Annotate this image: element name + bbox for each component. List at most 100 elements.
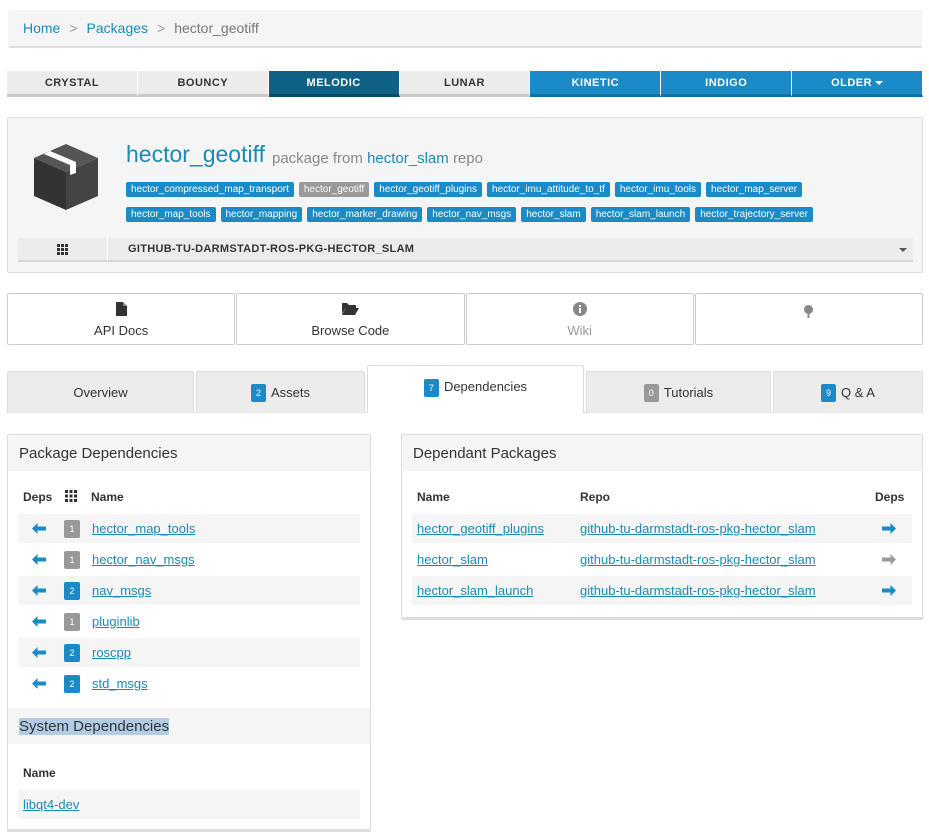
repo-select-bar[interactable]: GITHUB-TU-DARMSTADT-ROS-PKG-HECTOR_SLAM	[18, 237, 913, 262]
dependant-packages-panel: Dependant Packages Name Repo Deps hector…	[401, 434, 923, 620]
package-tag[interactable]: hector_map_tools	[126, 207, 216, 222]
api-docs-button[interactable]: API Docs	[7, 293, 236, 345]
tab-dependencies[interactable]: 7 Dependencies	[367, 365, 584, 413]
package-dependencies-title: Package Dependencies	[8, 435, 370, 471]
arrow-left-icon[interactable]	[32, 647, 46, 658]
package-dependencies-panel: Package Dependencies Deps Name 1 hector_…	[7, 434, 371, 832]
tab-assets-count: 2	[250, 383, 266, 402]
package-tag[interactable]: hector_compressed_map_transport	[126, 182, 294, 197]
breadcrumb-current: hector_geotiff	[174, 20, 259, 36]
col-header-name: Name	[91, 490, 124, 504]
breadcrumb-separator: >	[69, 20, 78, 36]
package-tag[interactable]: hector_imu_tools	[614, 182, 701, 197]
table-row: hector_slam_launch github-tu-darmstadt-r…	[412, 576, 912, 605]
arrow-left-icon[interactable]	[32, 523, 46, 534]
tab-tutorials[interactable]: 0 Tutorials	[586, 371, 771, 413]
breadcrumb: Home > Packages > hector_geotiff	[8, 10, 922, 48]
folder-open-icon	[341, 301, 359, 317]
arrow-left-icon[interactable]	[32, 554, 46, 565]
system-dependencies-header: System Dependencies	[8, 708, 370, 744]
package-tag[interactable]: hector_trajectory_server	[695, 207, 814, 222]
distro-tab-melodic[interactable]: MELODIC	[268, 71, 400, 97]
grid-icon	[65, 490, 77, 502]
browse-code-button[interactable]: Browse Code	[236, 293, 465, 345]
package-tag[interactable]: hector_map_server	[705, 182, 803, 197]
breadcrumb-home-link[interactable]: Home	[23, 20, 60, 36]
repo-select-value: GITHUB-TU-DARMSTADT-ROS-PKG-HECTOR_SLAM	[128, 243, 415, 255]
grid-icon	[57, 243, 68, 255]
package-tag[interactable]: hector_slam_launch	[590, 207, 691, 222]
dep-count-badge: 1	[64, 551, 80, 569]
dep-count-badge: 2	[64, 644, 80, 662]
info-circle-icon	[572, 301, 587, 317]
grid-icon-cell	[18, 237, 108, 261]
package-tag[interactable]: hector_geotiff_plugins	[374, 182, 482, 197]
distro-tab-indigo[interactable]: INDIGO	[661, 71, 793, 97]
dependant-package-link[interactable]: hector_slam_launch	[417, 583, 533, 598]
breadcrumb-packages-link[interactable]: Packages	[87, 20, 148, 36]
package-repo-link[interactable]: hector_slam	[367, 150, 449, 167]
table-row: hector_slam github-tu-darmstadt-ros-pkg-…	[412, 545, 912, 574]
dep-link[interactable]: hector_nav_msgs	[92, 552, 195, 567]
package-tag-current: hector_geotiff	[298, 182, 370, 197]
browse-code-label: Browse Code	[311, 322, 390, 338]
tab-dependencies-label: Dependencies	[443, 379, 528, 394]
tab-tutorials-label: Tutorials	[663, 385, 714, 400]
arrow-left-icon[interactable]	[32, 616, 46, 627]
distro-tab-older[interactable]: OLDER	[792, 71, 924, 97]
col-header-name: Name	[23, 766, 56, 780]
tab-assets-label: Assets	[270, 385, 310, 400]
dep-link[interactable]: roscpp	[92, 645, 131, 660]
package-repo-suffix: repo	[452, 150, 483, 167]
dependant-package-link[interactable]: hector_slam	[417, 552, 488, 567]
table-row: 1 hector_map_tools	[18, 514, 360, 543]
table-row: hector_geotiff_plugins github-tu-darmsta…	[412, 514, 912, 543]
dep-link[interactable]: std_msgs	[92, 676, 148, 691]
col-header-deps: Deps	[875, 490, 905, 504]
tab-overview[interactable]: Overview	[7, 371, 194, 413]
distro-tab-crystal[interactable]: CRYSTAL	[7, 71, 138, 97]
wiki-button[interactable]: Wiki	[465, 293, 694, 345]
dep-link[interactable]: hector_map_tools	[92, 521, 195, 536]
dependant-package-link[interactable]: hector_geotiff_plugins	[417, 521, 544, 536]
distro-older-label: OLDER	[831, 76, 873, 89]
dep-count-badge: 1	[64, 520, 80, 538]
dependant-repo-link[interactable]: github-tu-darmstadt-ros-pkg-hector_slam	[580, 521, 816, 536]
dep-link[interactable]: nav_msgs	[92, 583, 151, 598]
tab-qa[interactable]: 9 Q & A	[773, 371, 923, 413]
api-docs-label: API Docs	[94, 322, 149, 338]
dep-count-badge: 2	[64, 582, 80, 600]
system-dep-link[interactable]: libqt4-dev	[23, 797, 79, 812]
table-row: libqt4-dev	[18, 790, 360, 819]
arrow-left-icon[interactable]	[32, 678, 46, 689]
package-tag[interactable]: hector_nav_msgs	[427, 207, 517, 222]
package-tag[interactable]: hector_mapping	[220, 207, 303, 222]
package-tag[interactable]: hector_imu_attitude_to_tf	[486, 182, 610, 197]
dependant-repo-link[interactable]: github-tu-darmstadt-ros-pkg-hector_slam	[580, 583, 816, 598]
arrow-right-icon[interactable]	[882, 585, 896, 596]
package-title: hector_geotiff	[126, 141, 265, 167]
caret-down-icon	[899, 248, 907, 252]
wiki-label: Wiki	[567, 322, 592, 338]
package-tag[interactable]: hector_slam	[521, 207, 586, 222]
table-row: 2 nav_msgs	[18, 576, 360, 605]
distro-tab-lunar[interactable]: LUNAR	[399, 71, 531, 97]
breadcrumb-separator: >	[157, 20, 166, 36]
dep-link[interactable]: pluginlib	[92, 614, 140, 629]
arrow-left-icon[interactable]	[32, 585, 46, 596]
tab-tutorials-count: 0	[643, 383, 659, 402]
arrow-right-icon[interactable]	[882, 523, 896, 534]
tab-dependencies-count: 7	[423, 379, 439, 397]
col-header-repo: Repo	[580, 490, 610, 504]
table-row: 1 pluginlib	[18, 607, 360, 636]
tab-assets[interactable]: 2 Assets	[196, 371, 365, 413]
arrow-right-icon[interactable]	[882, 554, 896, 565]
dependant-repo-link[interactable]: github-tu-darmstadt-ros-pkg-hector_slam	[580, 552, 816, 567]
dep-count-badge: 1	[64, 613, 80, 631]
distro-tab-kinetic[interactable]: KINETIC	[530, 71, 662, 97]
package-tag[interactable]: hector_marker_drawing	[307, 207, 423, 222]
distro-tab-bouncy[interactable]: BOUNCY	[137, 71, 269, 97]
package-tabs: Overview 2 Assets 7 Dependencies 0 Tutor…	[7, 365, 923, 413]
tree-button[interactable]	[694, 293, 923, 345]
dep-count-badge: 2	[64, 675, 80, 693]
